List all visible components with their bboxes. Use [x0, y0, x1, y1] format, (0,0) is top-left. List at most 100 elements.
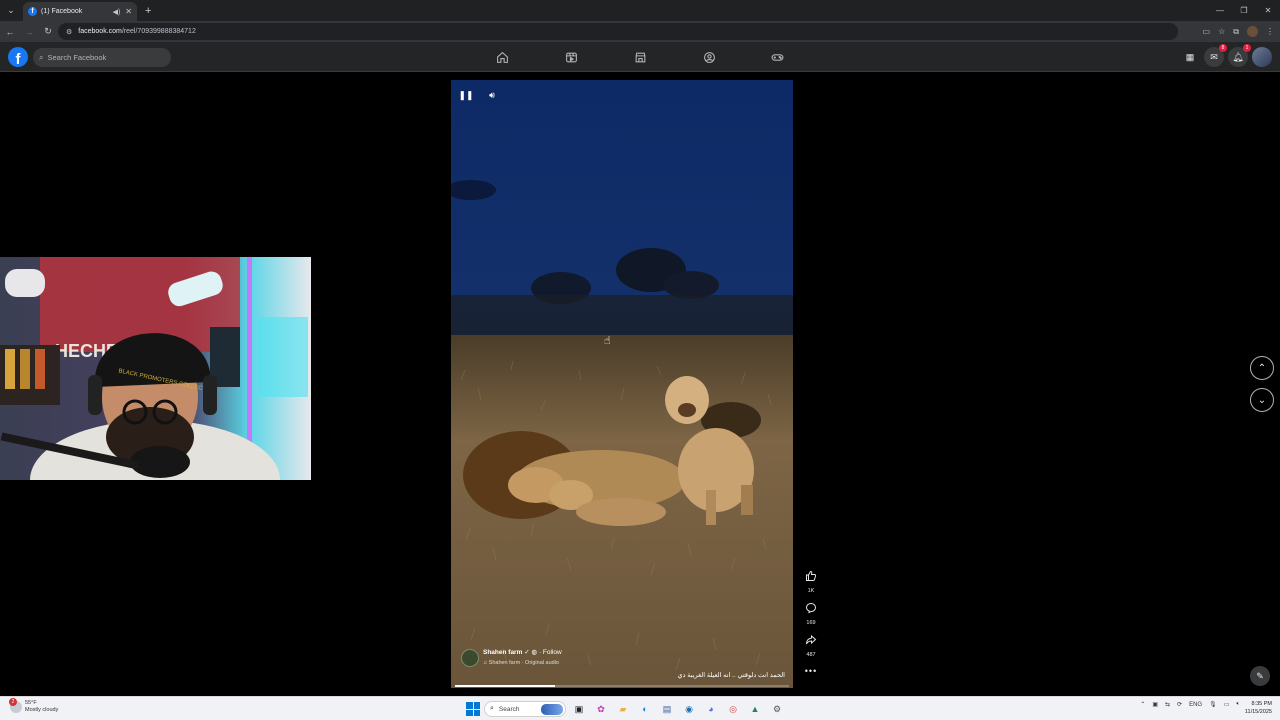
tab-search-icon[interactable]: ⌄ [3, 3, 19, 19]
tray-network-icon[interactable]: ⇆ [1165, 701, 1170, 708]
tray-sync-icon[interactable]: ⟳ [1177, 701, 1182, 708]
account-avatar[interactable] [1252, 47, 1272, 67]
store-icon[interactable]: ▤ [658, 700, 676, 718]
extensions-icon[interactable]: ⧉ [1233, 27, 1239, 37]
tab-audio-icon[interactable]: ◀) [113, 8, 121, 16]
back-icon[interactable]: ← [1, 27, 19, 37]
share-button[interactable]: 487 [801, 633, 821, 658]
marketplace-icon [635, 52, 645, 62]
compose-icon: ✎ [1256, 670, 1264, 681]
browser-right-tools: ▭ ☆ ⧉ ⋮ [1203, 21, 1274, 42]
minimize-icon[interactable]: — [1208, 0, 1232, 21]
weather-widget[interactable]: 2 55°F Mostly cloudy [9, 698, 58, 714]
facebook-header: f ⌕ Search Facebook ▦ ✉ 8 🔔︎ 1 [0, 42, 1280, 72]
taskbar-apps: ⌕ Search ▣ ✿ ▰ ◐ ▤ ◉ ◕ ◎ ▲ ⚙ [466, 699, 786, 719]
comment-icon [805, 602, 817, 614]
clock-date: 11/15/2025 [1244, 709, 1272, 715]
app-icon[interactable]: ▲ [746, 700, 764, 718]
nav-marketplace[interactable] [620, 42, 660, 72]
taskbar-search[interactable]: ⌕ Search [484, 701, 566, 717]
discord-icon[interactable]: ◕ [702, 700, 720, 718]
steam-icon[interactable]: ◉ [680, 700, 698, 718]
like-button[interactable]: 1K [801, 569, 821, 594]
url-path: /reel/709399888384712 [121, 28, 196, 35]
site-info-icon[interactable]: ⚙ [66, 28, 72, 36]
reel-video[interactable]: ❚❚ 🔊︎ Shahen farm ✓ ◍ · Follow ♫ Shahen … [451, 80, 793, 688]
tray-app-icon[interactable]: ▣ [1152, 701, 1158, 708]
reel-progress-bar[interactable] [455, 685, 789, 687]
home-icon [496, 51, 508, 63]
tab-close-icon[interactable]: ✕ [125, 7, 132, 16]
tray-chevron-up-icon[interactable]: ⌃ [1140, 701, 1145, 708]
language-indicator[interactable]: ENG [1189, 702, 1202, 708]
author-avatar[interactable] [461, 649, 479, 667]
restore-icon[interactable]: ❐ [1232, 0, 1256, 21]
profile-avatar-icon[interactable] [1247, 26, 1258, 37]
globe-icon: ◍ [531, 649, 538, 656]
more-options-icon[interactable]: ••• [801, 666, 821, 676]
system-clock[interactable]: 8:35 PM 11/15/2025 [1245, 700, 1272, 716]
temperature: 55°F [25, 700, 37, 706]
speaker-icon[interactable]: 🔈︎ [1236, 701, 1240, 708]
new-message-button[interactable]: ✎ [1250, 666, 1270, 686]
like-count: 1K [807, 588, 815, 594]
music-note-icon: ♫ [483, 660, 488, 666]
clock-time: 8:35 PM [1251, 701, 1272, 707]
display-icon[interactable]: ▭ [1224, 701, 1230, 708]
windows-start-icon[interactable] [466, 702, 480, 716]
new-tab-icon[interactable]: + [145, 5, 151, 17]
volume-icon[interactable]: 🔊︎ [485, 88, 499, 102]
webcam-video: HECHE BLACK PROMOTERS COLLECTIVE [0, 257, 311, 480]
bookmark-star-icon[interactable]: ☆ [1218, 27, 1225, 36]
browser-menu-icon[interactable]: ⋮ [1266, 27, 1274, 36]
hand-cursor-icon: ☝︎ [604, 335, 611, 347]
taskbar-search-label: Search [498, 705, 520, 713]
windows-taskbar: 2 55°F Mostly cloudy ⌕ Search ▣ ✿ ▰ ◐ ▤ … [0, 696, 1280, 720]
previous-reel-button[interactable]: ⌃ [1250, 356, 1274, 380]
author-name[interactable]: Shahen farm [483, 649, 522, 656]
messenger-badge: 8 [1219, 44, 1227, 52]
reload-icon[interactable]: ↻ [39, 26, 57, 37]
comment-button[interactable]: 169 [801, 601, 821, 626]
follow-button[interactable]: Follow [543, 649, 562, 656]
audio-label[interactable]: Shahen farm · Original audio [489, 660, 559, 666]
next-reel-button[interactable]: ⌄ [1250, 388, 1274, 412]
cast-icon[interactable]: ▭ [1203, 27, 1211, 36]
search-placeholder: Search Facebook [47, 53, 107, 62]
tab-title: (1) Facebook [41, 8, 83, 15]
menu-grid-button[interactable]: ▦ [1180, 47, 1200, 67]
nav-groups[interactable] [689, 42, 729, 72]
messenger-button[interactable]: ✉ 8 [1204, 44, 1227, 67]
system-tray: ⌃ ▣ ⇆ ⟳ ENG 🎙︎ ▭ 🔈︎ [1140, 701, 1240, 708]
chrome-icon[interactable]: ◎ [724, 700, 742, 718]
copilot-icon[interactable]: ✿ [592, 700, 610, 718]
weather-badge: 2 [9, 698, 17, 706]
nav-home[interactable] [482, 42, 522, 72]
search-highlight-icon [541, 704, 563, 715]
chevron-up-icon: ⌃ [1257, 362, 1267, 374]
facebook-logo-icon[interactable]: f [8, 47, 28, 67]
nav-reels[interactable] [551, 42, 591, 72]
window-close-icon[interactable]: ✕ [1256, 0, 1280, 21]
edge-icon[interactable]: ◐ [636, 700, 654, 718]
search-icon: ⌕ [39, 52, 44, 62]
share-count: 487 [806, 652, 816, 658]
forward-icon[interactable]: → [20, 27, 38, 37]
task-view-icon[interactable]: ▣ [570, 700, 588, 718]
bell-icon: 🔔︎ [1232, 51, 1244, 62]
notifications-badge: 1 [1243, 44, 1251, 52]
browser-tab-facebook[interactable]: f (1) Facebook ◀) ✕ [23, 2, 137, 21]
settings-gear-icon[interactable]: ⚙ [768, 700, 786, 718]
reels-icon [565, 52, 577, 62]
nav-gaming[interactable] [757, 42, 797, 72]
pause-icon[interactable]: ❚❚ [458, 88, 473, 102]
file-explorer-icon[interactable]: ▰ [614, 700, 632, 718]
grid-menu-icon: ▦ [1185, 51, 1195, 62]
share-icon [806, 634, 817, 645]
facebook-search-input[interactable]: ⌕ Search Facebook [33, 48, 171, 67]
url-host: facebook.com [78, 28, 122, 35]
notifications-button[interactable]: 🔔︎ 1 [1228, 44, 1251, 67]
address-bar[interactable]: ⚙ facebook.com/reel/709399888384712 [58, 23, 1178, 40]
streamer-webcam-overlay: HECHE BLACK PROMOTERS COLLECTIVE [0, 257, 311, 480]
mic-icon[interactable]: 🎙︎ [1209, 701, 1217, 708]
